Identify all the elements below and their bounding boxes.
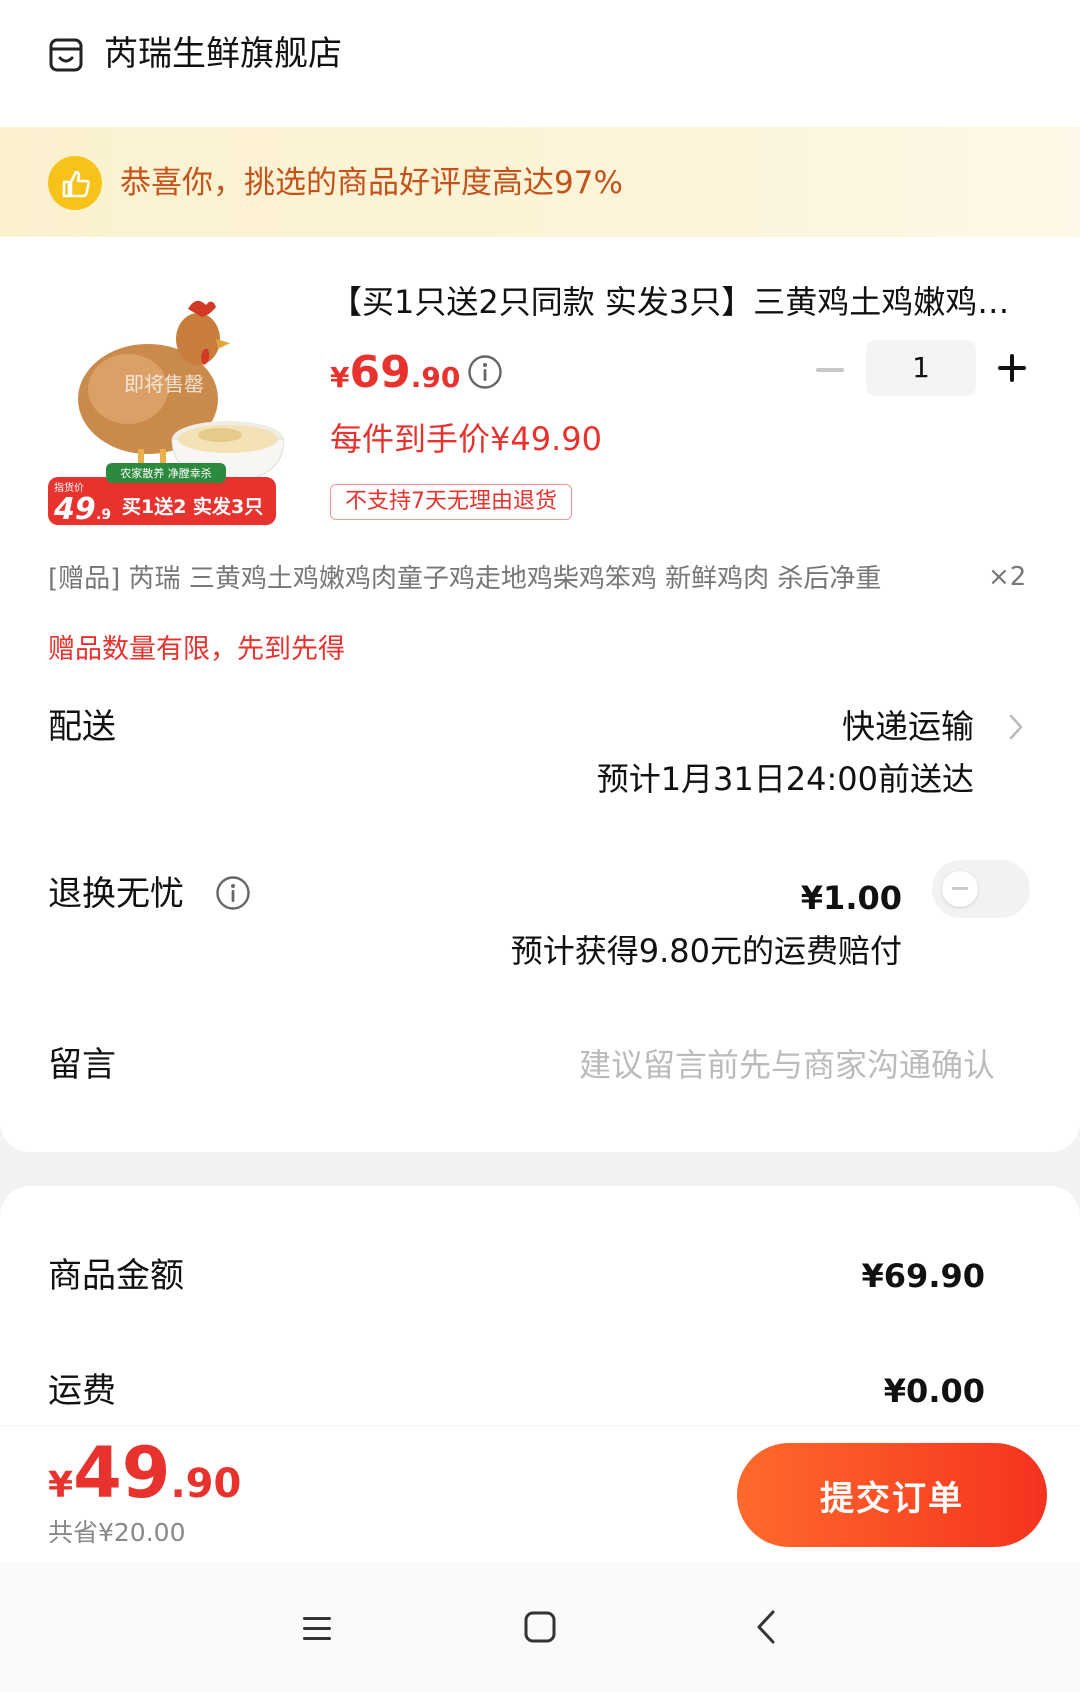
image-badge-text: 买1送2 实发3只 [122, 495, 263, 518]
store-header[interactable]: 芮瑞生鲜旗舰店 [0, 0, 1080, 127]
submit-order-button[interactable]: 提交订单 [737, 1443, 1047, 1547]
price-decimal: .90 [410, 361, 461, 394]
worry-free-price: ¥1.00 [800, 879, 902, 917]
checkout-bar: ¥49.90 共省¥20.00 提交订单 [0, 1425, 1080, 1562]
praise-text: 恭喜你，挑选的商品好评度高达97% [120, 165, 623, 201]
message-input[interactable] [420, 1040, 995, 1090]
total-currency: ¥ [48, 1465, 74, 1506]
quantity-input[interactable]: 1 [866, 340, 976, 396]
worry-free-desc: 预计获得9.80元的运费赔付 [510, 932, 902, 970]
store-icon [48, 37, 84, 73]
info-icon[interactable] [467, 354, 503, 390]
freight-value: ¥0.00 [883, 1372, 985, 1410]
quantity-increase-button[interactable] [994, 350, 1030, 386]
message-label: 留言 [48, 1045, 116, 1085]
image-watermark: 即将售罄 [124, 372, 204, 396]
price-currency: ¥ [330, 361, 350, 394]
gift-note: 赠品数量有限，先到先得 [48, 634, 345, 665]
worry-free-toggle[interactable] [932, 860, 1030, 918]
total-integer: 49 [73, 1432, 171, 1514]
quantity-decrease-button[interactable] [812, 352, 848, 388]
shipping-eta: 预计1月31日24:00前送达 [596, 760, 974, 798]
total-decimal: .90 [170, 1461, 242, 1507]
unit-final-price: 每件到手价¥49.90 [330, 420, 602, 458]
back-icon[interactable] [737, 1598, 797, 1658]
home-icon[interactable] [510, 1598, 570, 1658]
info-icon[interactable] [215, 875, 251, 911]
image-badge-price-dec: .9 [96, 507, 111, 523]
goods-amount-value: ¥69.90 [861, 1257, 985, 1295]
saved-amount: 共省¥20.00 [48, 1518, 186, 1547]
toggle-knob [942, 871, 978, 907]
worry-free-label: 退换无忧 [48, 874, 184, 914]
no-return-tag: 不支持7天无理由退货 [330, 484, 572, 520]
gift-quantity: ×2 [988, 562, 1027, 592]
order-card: 农家散养 净膛幸杀 指货价 49 .9 买1送2 实发3只 即将售罄 【买1只送… [0, 237, 1080, 1152]
image-badge-price: 49 [53, 492, 96, 527]
shipping-method[interactable]: 快递运输 [842, 702, 974, 752]
chevron-right-icon[interactable] [1004, 712, 1028, 742]
product-title[interactable]: 【买1只送2只同款 实发3只】三黄鸡土鸡嫩鸡肉童子鸡走地鸡柴鸡笨鸡 新鲜鸡肉 杀… [330, 277, 1030, 327]
menu-icon[interactable] [287, 1598, 347, 1658]
image-sub-text: 农家散养 净膛幸杀 [120, 466, 212, 480]
praise-banner: 恭喜你，挑选的商品好评度高达97% [0, 127, 1080, 237]
store-name[interactable]: 芮瑞生鲜旗舰店 [104, 28, 342, 80]
product-image[interactable]: 农家散养 净膛幸杀 指货价 49 .9 买1送2 实发3只 即将售罄 [48, 279, 300, 531]
gift-item[interactable]: [赠品] 芮瑞 三黄鸡土鸡嫩鸡肉童子鸡走地鸡柴鸡笨鸡 新鲜鸡肉 杀后净重 [48, 559, 968, 599]
goods-amount-label: 商品金额 [48, 1256, 184, 1296]
shipping-label: 配送 [48, 707, 116, 747]
thumbs-up-icon [48, 156, 102, 210]
system-nav-bar [0, 1562, 1080, 1692]
price-integer: 69 [349, 347, 411, 398]
product-price: ¥69.90 [330, 343, 460, 412]
freight-label: 运费 [48, 1371, 116, 1411]
